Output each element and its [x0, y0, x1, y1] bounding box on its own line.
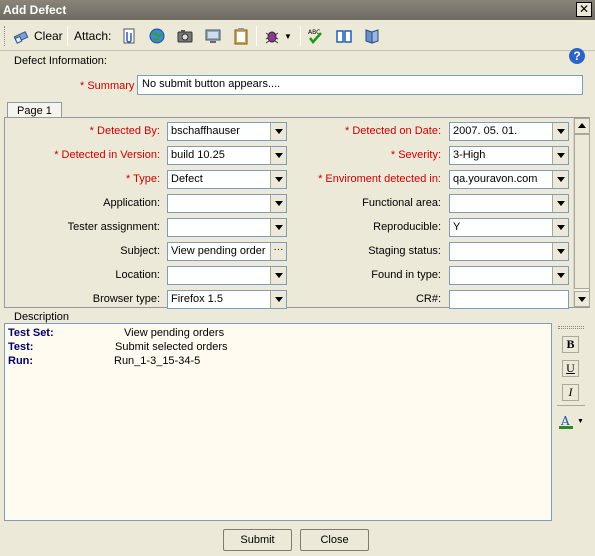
fields_right-input-1[interactable]: 3-High: [449, 146, 569, 165]
scroll-thumb[interactable]: [574, 134, 590, 289]
book-icon: [336, 30, 352, 43]
fields-scrollbar[interactable]: [573, 118, 590, 307]
chevron-down-icon[interactable]: ▼: [577, 418, 584, 425]
description-line: Test Set: View pending orders: [8, 327, 225, 339]
fields_left-label-1: * Detected in Version:: [54, 149, 160, 161]
summary-label: * Summary: [80, 80, 135, 92]
fields_right-label-5: Staging status:: [368, 245, 441, 257]
close-window-button[interactable]: ✕: [576, 2, 592, 17]
fields_right-label-1: * Severity:: [390, 149, 441, 161]
attach-url-button[interactable]: [148, 25, 166, 47]
title-bar: Add Defect ✕: [0, 0, 595, 20]
fields_right-label-6: Found in type:: [371, 269, 441, 281]
attach-label: Attach:: [74, 29, 112, 43]
dropdown-arrow-icon[interactable]: [552, 243, 568, 260]
camera-icon: [177, 30, 193, 43]
fields_right-input-0[interactable]: 2007. 05. 01.: [449, 122, 569, 141]
fields_right-input-4[interactable]: Y: [449, 218, 569, 237]
dropdown-arrow-icon[interactable]: [552, 171, 568, 188]
defect-information-heading: Defect Information:: [14, 55, 107, 67]
window-title: Add Defect: [3, 3, 67, 17]
fields_right-input-7[interactable]: [449, 290, 569, 309]
underline-button[interactable]: U: [562, 360, 579, 377]
fields_left-label-2: * Type:: [125, 173, 160, 185]
fields_right-input-5[interactable]: [449, 242, 569, 261]
fields_right-label-7: CR#:: [415, 293, 441, 305]
toolbar-separator: [300, 26, 301, 46]
toolbar: Clear Attach: ▼ ABC ?: [0, 20, 595, 64]
fields_right-input-2[interactable]: qa.youravon.com: [449, 170, 569, 189]
toolbar-separator: [256, 26, 257, 46]
dropdown-arrow-icon[interactable]: [552, 267, 568, 284]
summary-input[interactable]: No submit button appears....: [137, 75, 583, 95]
fields_left-label-7: Browser type:: [92, 293, 160, 305]
fields_left-label-5: Subject:: [120, 245, 160, 257]
bold-button[interactable]: B: [562, 336, 579, 353]
description-heading: Description: [14, 311, 70, 323]
fields_right-label-2: * Enviroment detected in:: [318, 173, 441, 185]
dropdown-arrow-icon[interactable]: [552, 219, 568, 236]
scroll-down-button[interactable]: [574, 291, 590, 307]
find-similar-defects-button[interactable]: ▼: [263, 25, 292, 47]
description-line: Test: Submit selected orders: [8, 341, 228, 353]
spellcheck-icon: ABC: [308, 29, 322, 44]
scroll-up-button[interactable]: [574, 118, 590, 134]
font-color-button[interactable]: A ▼: [559, 412, 587, 430]
toolbar-grip: [4, 26, 7, 46]
fields_right-label-0: * Detected on Date:: [344, 125, 441, 137]
fields_left-label-0: * Detected By:: [89, 125, 160, 137]
monitor-icon: [205, 29, 221, 43]
close-button[interactable]: Close: [300, 529, 369, 551]
attach-clipboard-button[interactable]: [232, 25, 250, 47]
spelling-options-button[interactable]: [363, 25, 381, 47]
globe-icon: [149, 28, 165, 44]
dictionary-icon: [365, 29, 379, 44]
paperclip-icon: [123, 28, 135, 44]
svg-text:A: A: [560, 414, 570, 428]
fields_right-label-4: Reproducible:: [373, 221, 441, 233]
help-icon[interactable]: ?: [569, 48, 585, 64]
fields_right-input-6[interactable]: [449, 266, 569, 285]
thesaurus-button[interactable]: [335, 25, 353, 47]
fields_left-label-6: Location:: [115, 269, 160, 281]
description-textarea[interactable]: Test Set: View pending orders Test: Subm…: [4, 323, 552, 521]
attach-file-button[interactable]: [120, 25, 138, 47]
format-grip: [558, 326, 584, 329]
italic-button[interactable]: I: [562, 384, 579, 401]
dropdown-arrow-icon[interactable]: [552, 195, 568, 212]
dropdown-arrow-icon[interactable]: [552, 123, 568, 140]
format-separator: [557, 405, 585, 406]
clear-button[interactable]: Clear: [12, 25, 63, 47]
dropdown-arrow-icon[interactable]: [552, 147, 568, 164]
fields_left-label-4: Tester assignment:: [67, 221, 160, 233]
fields_right-label-3: Functional area:: [362, 197, 441, 209]
submit-button[interactable]: Submit: [223, 529, 292, 551]
font-color-icon: A: [559, 414, 573, 429]
fields_left-label-3: Application:: [103, 197, 160, 209]
description-line: Run: Run_1-3_15-34-5: [8, 355, 201, 367]
fields_right-input-3[interactable]: [449, 194, 569, 213]
clipboard-icon: [234, 28, 248, 45]
chevron-down-icon[interactable]: ▼: [284, 32, 292, 41]
bug-icon: [265, 31, 279, 44]
attach-snapshot-button[interactable]: [176, 25, 194, 47]
eraser-icon: [13, 31, 29, 44]
attach-sysinfo-button[interactable]: [204, 25, 222, 47]
spell-check-button[interactable]: ABC: [307, 25, 325, 47]
toolbar-separator: [67, 26, 68, 46]
